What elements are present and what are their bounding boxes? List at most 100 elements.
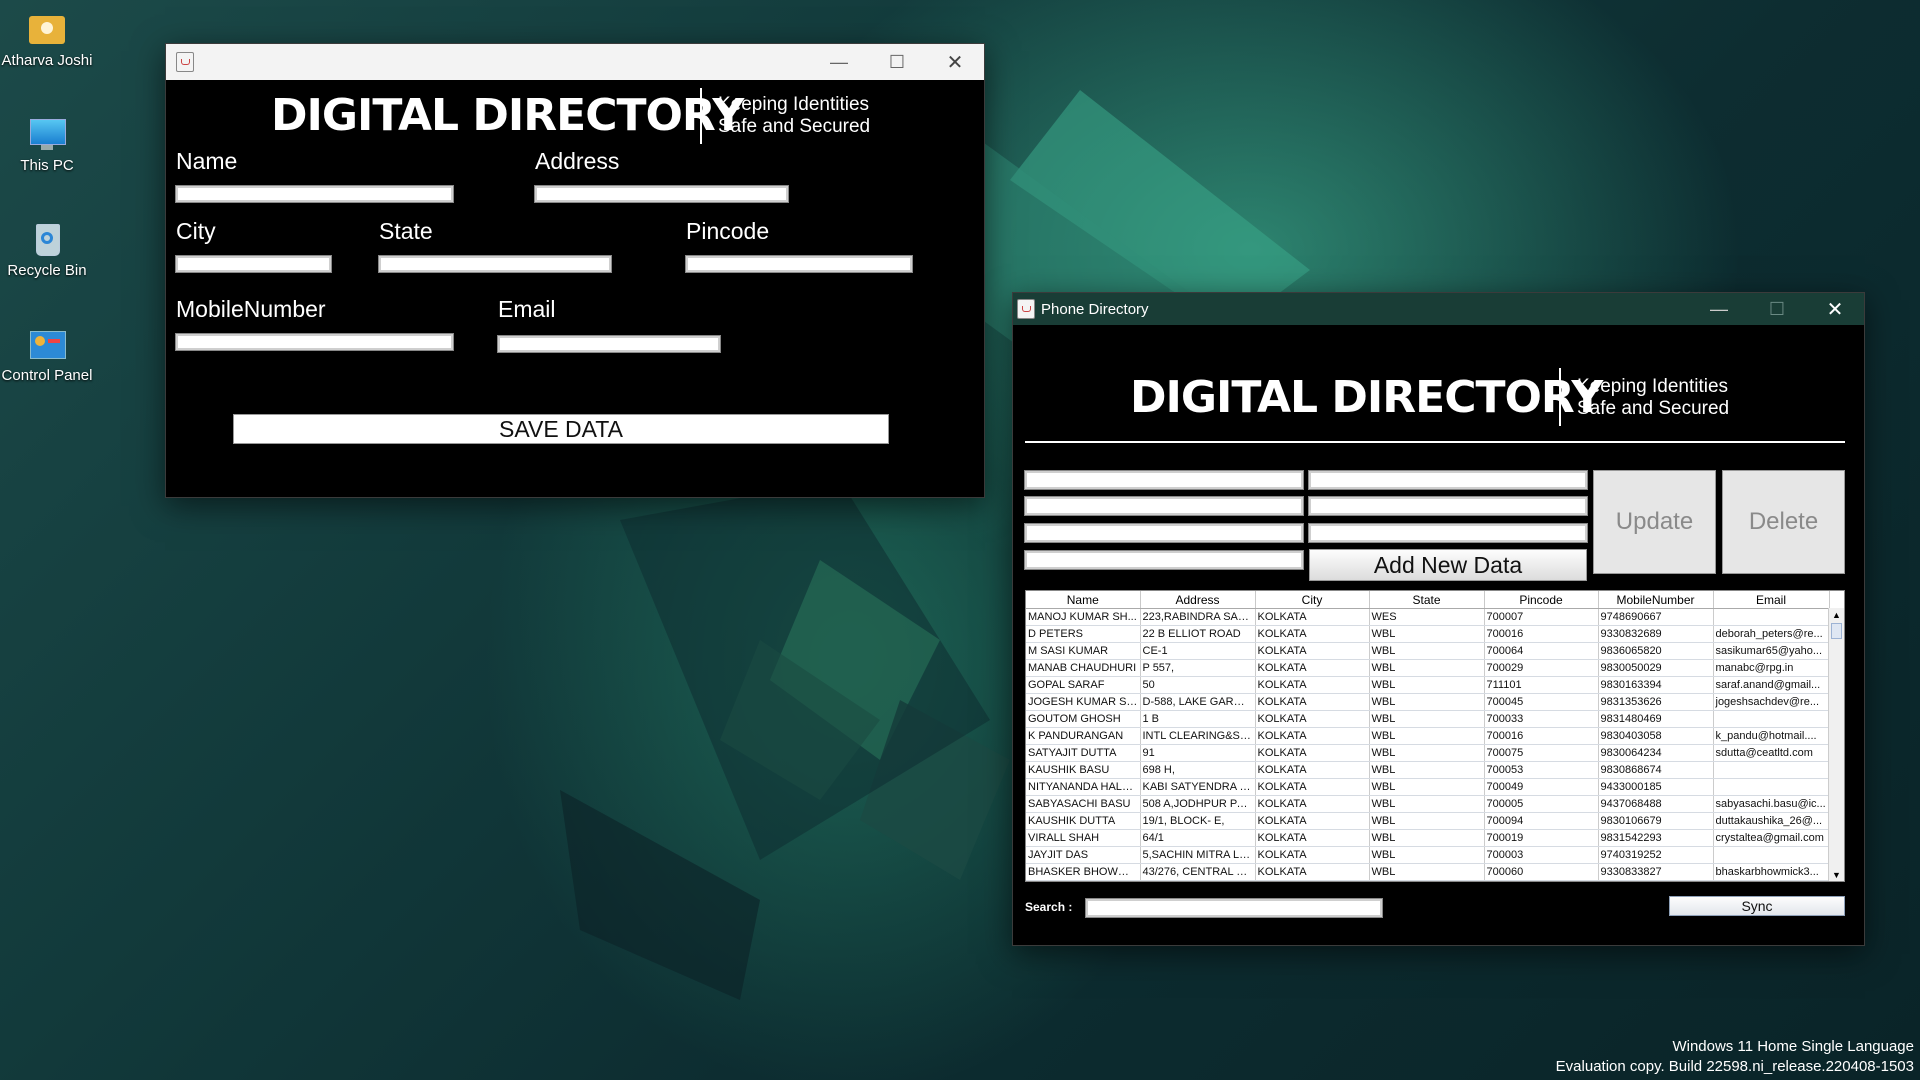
table-row[interactable]: MANOJ KUMAR SH... 223,RABINDRA SAR... KOLK…: [1026, 608, 1830, 626]
table-row[interactable]: JOGESH KUMAR SA... D-588, LAKE GARDEN. KOL…: [1026, 693, 1830, 711]
city-input[interactable]: [1024, 496, 1304, 516]
table-cell: KOLKATA: [1255, 744, 1370, 762]
windows-watermark: Windows 11 Home Single Language Evaluati…: [1556, 1037, 1914, 1077]
desktop-icon-control-panel[interactable]: Control Panel: [0, 315, 94, 384]
address-label: Address: [535, 148, 620, 174]
name-input[interactable]: [175, 185, 454, 203]
table-row[interactable]: D PETERS 22 B ELLIOT ROAD KOLKATA WBL 700016…: [1026, 625, 1830, 643]
table-cell: KOLKATA: [1255, 642, 1370, 660]
address-input[interactable]: [534, 185, 789, 203]
add-new-data-button[interactable]: Add New Data: [1309, 549, 1587, 581]
table-cell: manabc@rpg.in: [1713, 659, 1830, 677]
desktop-icon-recycle-bin[interactable]: Recycle Bin: [0, 210, 94, 279]
table-cell: 700053: [1484, 761, 1599, 779]
table-row[interactable]: SOUMENDU KUMA...SAILA VILLAKOLKATAWBL700…: [1026, 880, 1830, 881]
table-cell: 700045: [1484, 693, 1599, 711]
table-cell: 223,RABINDRA SAR...: [1140, 608, 1256, 626]
table-cell: M SASI KUMAR: [1026, 642, 1141, 660]
table-row[interactable]: SABYASACHI BASU 508 A,JODHPUR PARK KOLKATA…: [1026, 795, 1830, 813]
minimize-button[interactable]: —: [1690, 293, 1748, 325]
desktop-icon-this-pc[interactable]: This PC: [0, 105, 94, 174]
table-row[interactable]: KAUSHIK DUTTA 19/1, BLOCK- E, KOLKATA WBL 70…: [1026, 812, 1830, 830]
vertical-scrollbar[interactable]: ▲ ▼: [1828, 608, 1844, 881]
column-header[interactable]: MobileNumber: [1598, 591, 1714, 609]
table-row[interactable]: VIRALL SHAH 64/1 KOLKATA WBL 700019 983154229…: [1026, 829, 1830, 847]
table-cell: 9830064234: [1598, 744, 1714, 762]
name-label: Name: [176, 148, 238, 174]
table-cell: 700016: [1484, 625, 1599, 643]
monitor-icon: [27, 115, 67, 153]
city-input[interactable]: [175, 255, 332, 273]
table-cell: KOLKATA: [1255, 880, 1370, 881]
table-row[interactable]: GOPAL SARAF 50 KOLKATA WBL 711101 9830163394 s…: [1026, 676, 1830, 694]
table-cell: 700019: [1484, 829, 1599, 847]
address-input[interactable]: [1308, 470, 1588, 490]
column-header[interactable]: State: [1369, 591, 1485, 609]
table-row[interactable]: MANAB CHAUDHURI P 557, KOLKATA WBL 700029 983…: [1026, 659, 1830, 677]
save-data-button[interactable]: SAVE DATA: [233, 414, 889, 444]
table-cell: KOLKATA: [1255, 676, 1370, 694]
city-label: City: [176, 218, 216, 244]
table-row[interactable]: M SASI KUMAR CE-1 KOLKATA WBL 700064 98360658…: [1026, 642, 1830, 660]
column-header[interactable]: Name: [1026, 591, 1141, 609]
table-cell: KOLKATA: [1255, 608, 1370, 626]
close-button[interactable]: ✕: [1806, 293, 1864, 325]
update-button[interactable]: Update: [1593, 470, 1716, 574]
recycle-bin-icon: [27, 220, 67, 258]
email-input[interactable]: [497, 335, 721, 353]
table-cell: 9740319252: [1598, 846, 1714, 864]
pincode-input[interactable]: [685, 255, 913, 273]
table-row[interactable]: JAYJIT DAS 5,SACHIN MITRA LA... KOLKATA WBL…: [1026, 846, 1830, 864]
scroll-down-arrow-icon[interactable]: ▼: [1829, 868, 1844, 881]
table-cell: 9830868674: [1598, 761, 1714, 779]
tagline-line-2: Safe and Secured: [718, 116, 871, 137]
state-input[interactable]: [378, 255, 612, 273]
pincode-input[interactable]: [1024, 523, 1304, 543]
mobile-label: MobileNumber: [176, 296, 326, 322]
scrollbar-thumb[interactable]: [1831, 623, 1842, 639]
table-cell: SABYASACHI BASU: [1026, 795, 1141, 813]
phone-directory-window: Phone Directory — ☐ ✕ DIGITAL DIRECTORY …: [1012, 292, 1865, 946]
minimize-button[interactable]: —: [810, 44, 868, 80]
search-input[interactable]: [1085, 898, 1383, 918]
sync-button[interactable]: Sync: [1669, 896, 1845, 916]
control-panel-icon: [27, 325, 67, 363]
close-button[interactable]: ✕: [926, 44, 984, 80]
state-input[interactable]: [1308, 496, 1588, 516]
name-input[interactable]: [1024, 470, 1304, 490]
table-row[interactable]: K PANDURANGAN INTL CLEARING&SHI... KOLKATA…: [1026, 727, 1830, 745]
watermark-line-1: Windows 11 Home Single Language: [1672, 1038, 1914, 1055]
table-cell: sabyasachi.basu@ic...: [1713, 795, 1830, 813]
entry-titlebar[interactable]: — ☐ ✕: [166, 44, 984, 80]
table-cell: 698 H,: [1140, 761, 1256, 779]
table-cell: 5,SACHIN MITRA LA...: [1140, 846, 1256, 864]
table-row[interactable]: NITYANANDA HALDER KABI SATYENDRA PA... KOL…: [1026, 778, 1830, 796]
email-input[interactable]: [1024, 550, 1304, 570]
maximize-button[interactable]: ☐: [1748, 293, 1806, 325]
table-row[interactable]: KAUSHIK BASU 698 H, KOLKATA WBL 700053 983086…: [1026, 761, 1830, 779]
table-row[interactable]: GOUTOM GHOSH 1 B KOLKATA WBL 700033 983148046…: [1026, 710, 1830, 728]
table-cell: WBL: [1369, 642, 1485, 660]
table-cell: 700049: [1484, 778, 1599, 796]
delete-button[interactable]: Delete: [1722, 470, 1845, 574]
mobile-input[interactable]: [1308, 523, 1588, 543]
table-row[interactable]: BHASKER BHOWMICK 43/276, CENTRAL G... KOLK…: [1026, 863, 1830, 881]
table-cell: INTL CLEARING&SHI...: [1140, 727, 1256, 745]
table-row[interactable]: SATYAJIT DUTTA 91 KOLKATA WBL 700075 98300642…: [1026, 744, 1830, 762]
java-app-icon: [1017, 299, 1035, 319]
table-cell: WBL: [1369, 846, 1485, 864]
table-cell: WBL: [1369, 829, 1485, 847]
directory-titlebar[interactable]: Phone Directory — ☐ ✕: [1013, 293, 1864, 325]
maximize-button[interactable]: ☐: [868, 44, 926, 80]
column-header[interactable]: Pincode: [1484, 591, 1599, 609]
desktop-icon-user-folder[interactable]: Atharva Joshi: [0, 0, 94, 69]
mobile-input[interactable]: [175, 333, 454, 351]
scroll-up-arrow-icon[interactable]: ▲: [1829, 608, 1844, 622]
table-body: MANOJ KUMAR SH... 223,RABINDRA SAR... KOLK…: [1026, 608, 1830, 881]
directory-table: Name Address City State Pincode MobileNumber E…: [1025, 590, 1845, 882]
column-header[interactable]: Email: [1713, 591, 1830, 609]
column-header[interactable]: Address: [1140, 591, 1256, 609]
app-logo-title: DIGITAL DIRECTORY: [1130, 372, 1603, 423]
watermark-line-2: Evaluation copy. Build 22598.ni_release.…: [1555, 1058, 1914, 1075]
column-header[interactable]: City: [1255, 591, 1370, 609]
